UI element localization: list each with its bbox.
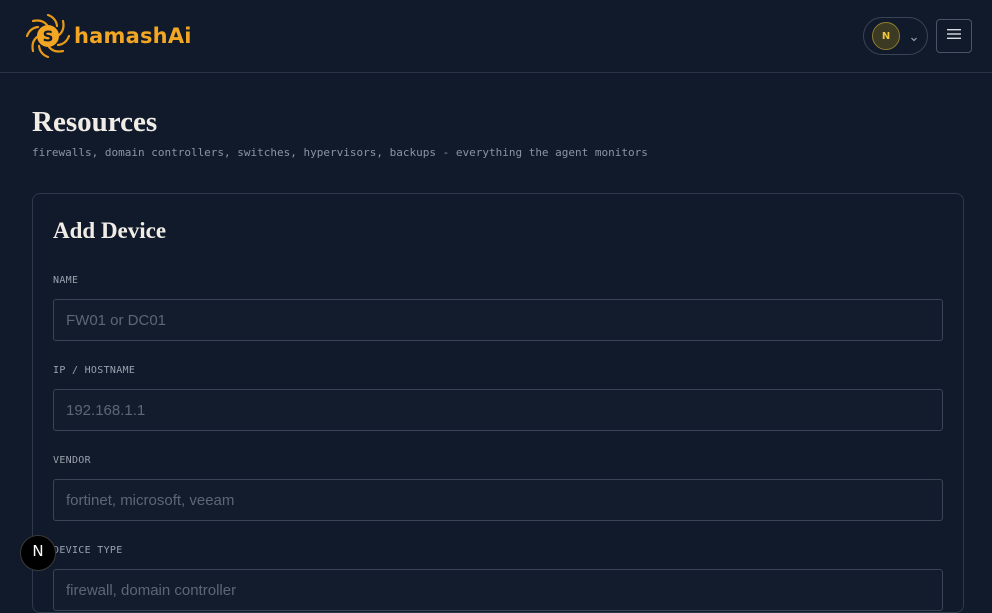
sun-s-logo-icon: S <box>25 13 72 59</box>
user-menu-button[interactable]: N <box>863 17 928 55</box>
ip-hostname-input[interactable] <box>53 389 943 431</box>
device-type-input[interactable] <box>53 569 943 611</box>
device-type-label: DEVICE TYPE <box>53 545 123 556</box>
chevron-down-icon <box>909 31 919 42</box>
vendor-label: VENDOR <box>53 455 91 466</box>
brand-logo[interactable]: S hamashAi <box>25 13 192 59</box>
page-subtitle: firewalls, domain controllers, switches,… <box>32 146 648 159</box>
avatar: N <box>872 22 900 50</box>
svg-text:N: N <box>32 542 43 560</box>
ip-hostname-label: IP / HOSTNAME <box>53 365 136 376</box>
top-bar: S hamashAi N <box>0 0 992 73</box>
brand-name: hamashAi <box>74 24 192 48</box>
name-input[interactable] <box>53 299 943 341</box>
add-device-card: Add Device NAME IP / HOSTNAME VENDOR DEV… <box>32 193 964 613</box>
nextjs-n-icon: N <box>29 542 47 565</box>
svg-text:S: S <box>43 28 54 46</box>
card-title: Add Device <box>53 218 167 243</box>
main-menu-button[interactable] <box>936 19 972 53</box>
dev-tools-badge[interactable]: N <box>20 535 56 571</box>
vendor-input[interactable] <box>53 479 943 521</box>
name-label: NAME <box>53 275 79 286</box>
hamburger-menu-icon <box>947 27 961 45</box>
page-title: Resources <box>32 106 158 138</box>
